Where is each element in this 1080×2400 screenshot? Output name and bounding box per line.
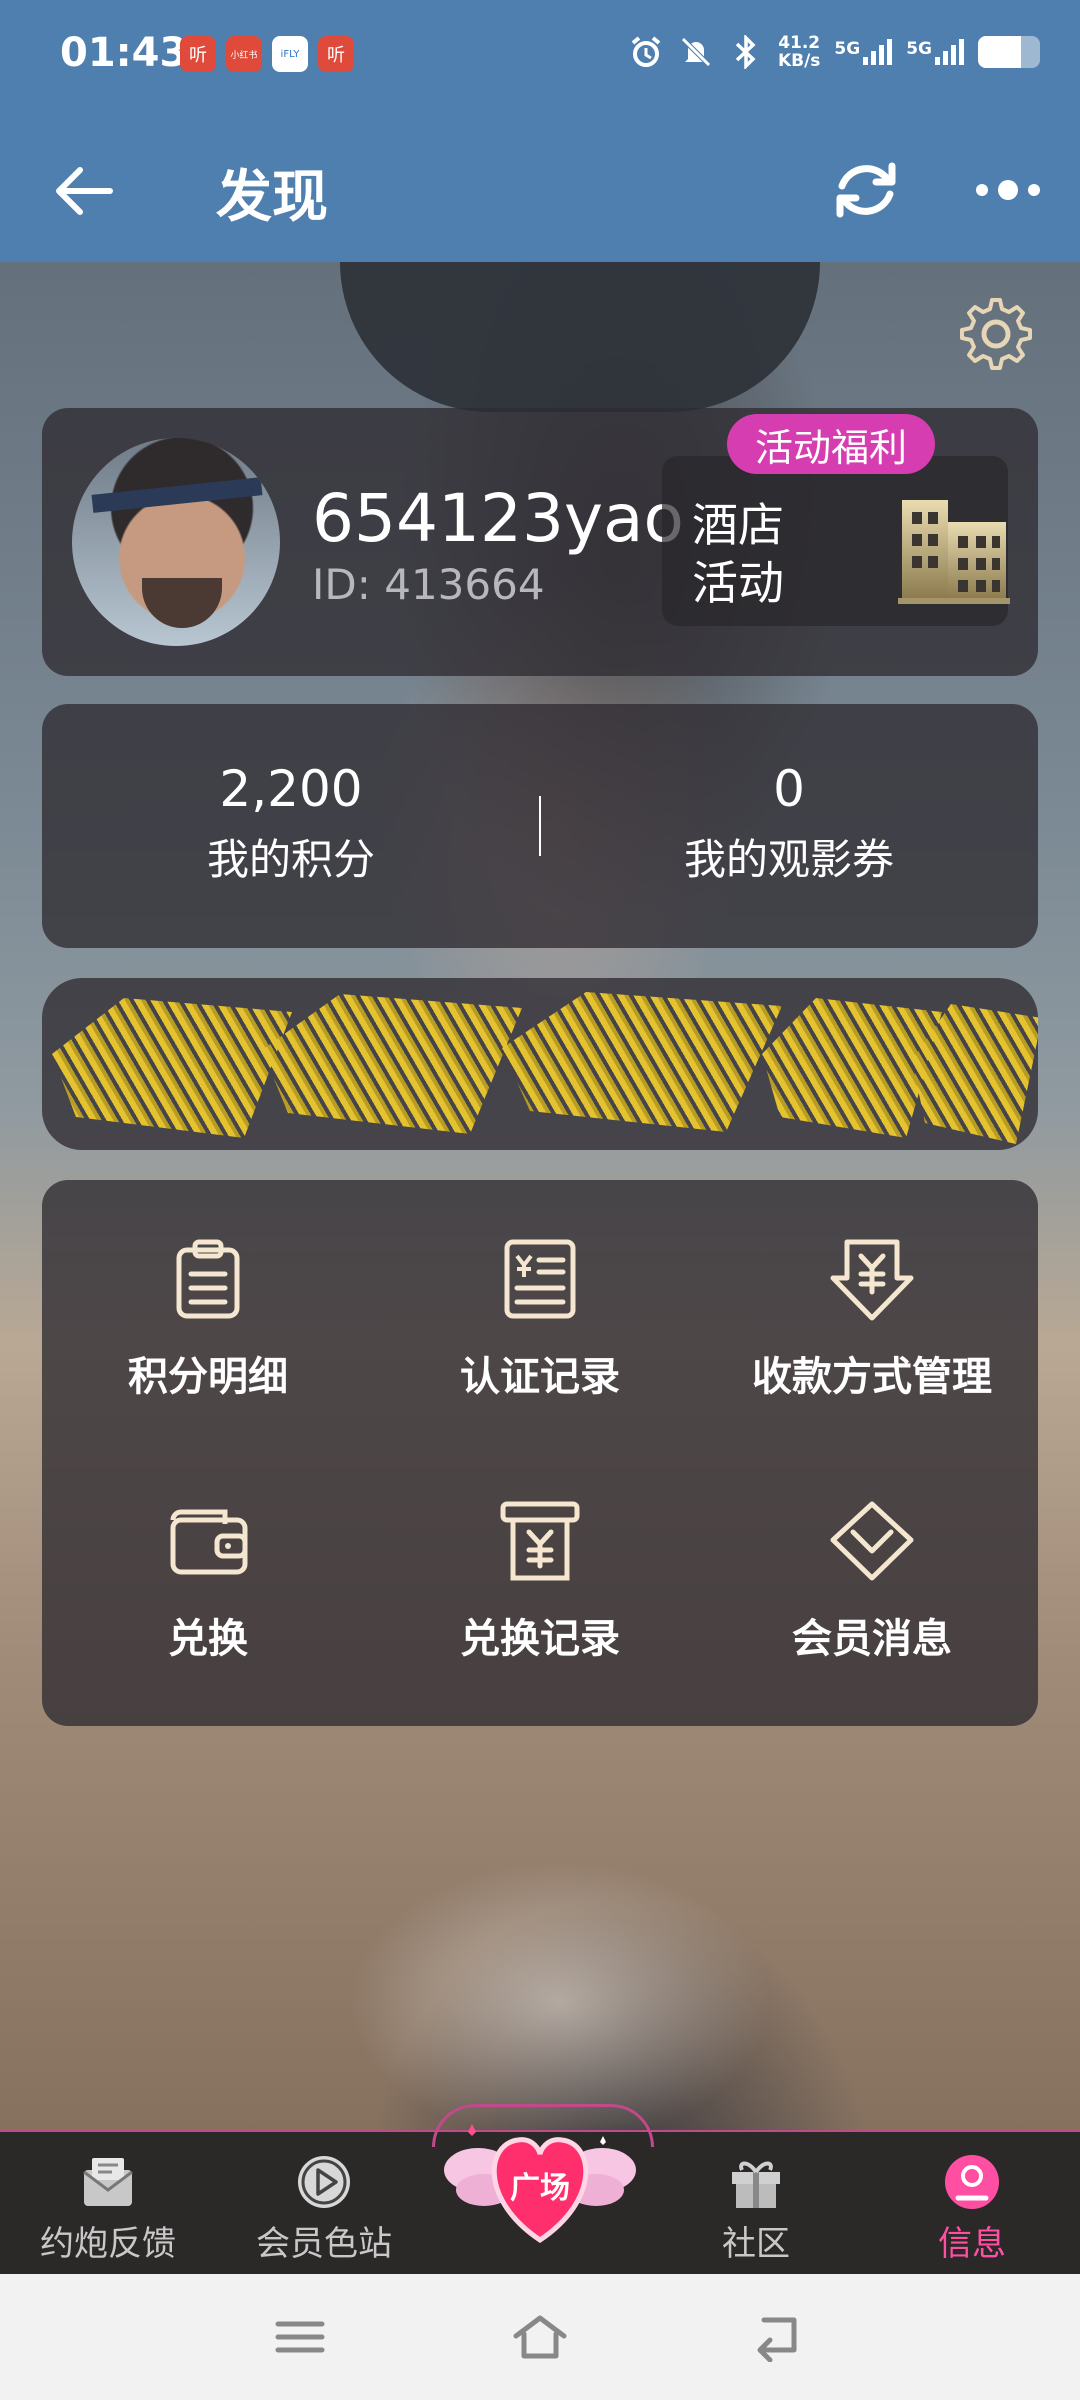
redaction-scribble [502, 992, 782, 1132]
return-arrow-icon [757, 2317, 797, 2363]
building-icon [898, 500, 1010, 604]
nav-label: 社区 [722, 2224, 790, 2264]
menu-label: 兑换记录 [460, 1616, 620, 1662]
yuan-shield-icon [830, 1239, 914, 1321]
net-speed: 41.2 KB/s [778, 34, 820, 70]
mail-icon [83, 2158, 133, 2206]
diamond-chevron-icon [830, 1501, 914, 1581]
menu-payment-methods[interactable]: 收款方式管理 [706, 1180, 1038, 1400]
activity-benefits-badge[interactable]: 活动福利 [727, 414, 936, 474]
signal-1-label: 5G [834, 39, 861, 59]
signal-strength-2-icon: 5G [906, 39, 964, 65]
system-nav-bar [0, 2274, 1080, 2400]
notification-ifly-icon: iFLY [272, 36, 308, 72]
status-right: 41.2 KB/s 5G 5G [628, 34, 1040, 70]
background-photo-cap [340, 262, 820, 412]
user-id: ID: 413664 [312, 560, 545, 609]
hotel-activity-button[interactable]: 酒店 活动 [662, 456, 1010, 626]
recent-apps-button[interactable] [270, 2312, 330, 2362]
gift-box-icon [732, 2161, 780, 2208]
menu-label: 积分明细 [128, 1354, 288, 1400]
movie-tickets-label: 我的观影券 [683, 835, 894, 884]
gear-icon [960, 298, 1032, 370]
menu-points-detail[interactable]: 积分明细 [42, 1180, 374, 1400]
receipt-list-icon [504, 1239, 576, 1319]
menu-lines-icon [275, 2321, 325, 2353]
menu-member-messages[interactable]: 会员消息 [706, 1442, 1038, 1662]
notification-listen-icon: 听 [180, 36, 216, 72]
battery-fill [978, 36, 1022, 68]
clipboard-icon [176, 1239, 240, 1319]
notification-listen-icon: 听 [318, 36, 354, 72]
play-circle-icon [298, 2156, 350, 2208]
more-button[interactable] [970, 160, 1050, 220]
nav-community[interactable]: 社区 [648, 2152, 864, 2265]
redaction-scribble [52, 998, 292, 1138]
nav-plaza[interactable]: 广场 [440, 2108, 640, 2268]
settings-button[interactable] [956, 294, 1036, 374]
signal-2-label: 5G [906, 39, 932, 59]
more-dots-icon [976, 180, 1040, 200]
yuan-receipt-icon [500, 1501, 580, 1581]
stats-card: 2,200 我的积分 0 我的观影券 [42, 704, 1038, 948]
menu-exchange[interactable]: 兑换 [42, 1442, 374, 1662]
nav-label: 信息 [938, 2224, 1006, 2264]
menu-label: 收款方式管理 [752, 1354, 992, 1400]
plaza-label: 广场 [510, 2171, 570, 2206]
home-icon [513, 2315, 567, 2359]
page-title: 发现 [216, 165, 328, 230]
battery-icon [978, 36, 1040, 68]
mute-bell-icon [678, 34, 714, 70]
status-bar: 01:43 听 小红书 iFLY 听 41.2 KB/s 5G 5G [0, 0, 1080, 120]
signal-strength-1-icon: 5G [834, 39, 893, 65]
menu-exchange-record[interactable]: 兑换记录 [374, 1442, 706, 1662]
redaction-scribble [262, 994, 522, 1134]
notification-xiaohongshu-icon: 小红书 [226, 36, 262, 72]
profile-card: 654123yao ID: 413664 酒店 活动 活动福利 [42, 408, 1038, 676]
heart-wings-icon: 广场 [444, 2124, 636, 2244]
promo-banner[interactable] [42, 978, 1038, 1150]
menu-label: 认证记录 [460, 1354, 620, 1400]
back-system-button[interactable] [750, 2312, 810, 2363]
bluetooth-icon [728, 34, 764, 70]
home-button[interactable] [510, 2312, 570, 2362]
menu-certification-record[interactable]: 认证记录 [374, 1180, 706, 1400]
status-time: 01:43 [60, 30, 188, 76]
hotel-activity-label: 酒店 活动 [692, 498, 784, 610]
app-bar: 发现 [0, 120, 1080, 262]
nav-member-site[interactable]: 会员色站 [216, 2152, 432, 2265]
arrow-left-icon [56, 167, 113, 215]
points-label: 我的积分 [206, 835, 375, 884]
alarm-icon [628, 34, 664, 70]
nav-label: 约炮反馈 [40, 2224, 176, 2264]
points-value: 2,200 [219, 760, 363, 818]
net-speed-unit: KB/s [777, 51, 821, 71]
nav-label: 会员色站 [256, 2224, 392, 2264]
menu-label: 会员消息 [792, 1616, 952, 1662]
notification-icons: 听 小红书 iFLY 听 [180, 36, 354, 72]
movie-tickets-stat[interactable]: 0 我的观影券 [540, 760, 1038, 887]
user-circle-icon [945, 2155, 999, 2209]
back-button[interactable] [50, 156, 120, 226]
refresh-button[interactable] [826, 150, 906, 230]
points-stat[interactable]: 2,200 我的积分 [42, 760, 540, 887]
menu-card: 积分明细 认证记录 收款方式管理 兑换 兑换记录 会员消息 [42, 1180, 1038, 1726]
movie-tickets-value: 0 [773, 760, 805, 818]
net-speed-value: 41.2 [778, 33, 821, 53]
avatar[interactable] [72, 438, 280, 646]
nav-feedback[interactable]: 约炮反馈 [0, 2152, 216, 2265]
nav-messages[interactable]: 信息 [864, 2152, 1080, 2265]
menu-label: 兑换 [168, 1616, 248, 1662]
refresh-icon [836, 162, 896, 218]
username: 654123yao [312, 480, 684, 557]
wallet-icon [170, 1509, 248, 1575]
